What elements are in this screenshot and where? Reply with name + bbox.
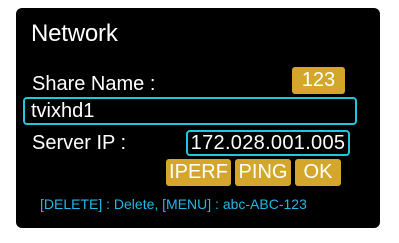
server-ip-input[interactable]: 172.028.001.005 <box>186 130 350 156</box>
keyboard-mode-button[interactable]: 123 <box>292 67 345 94</box>
share-name-label: Share Name : <box>32 73 156 95</box>
network-settings-panel: Network Share Name : 123 tvixhd1 Server … <box>16 8 380 228</box>
ping-button[interactable]: PING <box>235 159 291 186</box>
iperf-button[interactable]: IPERF <box>166 159 231 186</box>
share-name-input[interactable]: tvixhd1 <box>23 97 357 125</box>
key-hint: [DELETE] : Delete, [MENU] : abc-ABC-123 <box>40 196 307 212</box>
ok-button[interactable]: OK <box>295 159 341 186</box>
dialog-title: Network <box>31 20 118 47</box>
server-ip-label: Server IP : <box>32 132 127 154</box>
